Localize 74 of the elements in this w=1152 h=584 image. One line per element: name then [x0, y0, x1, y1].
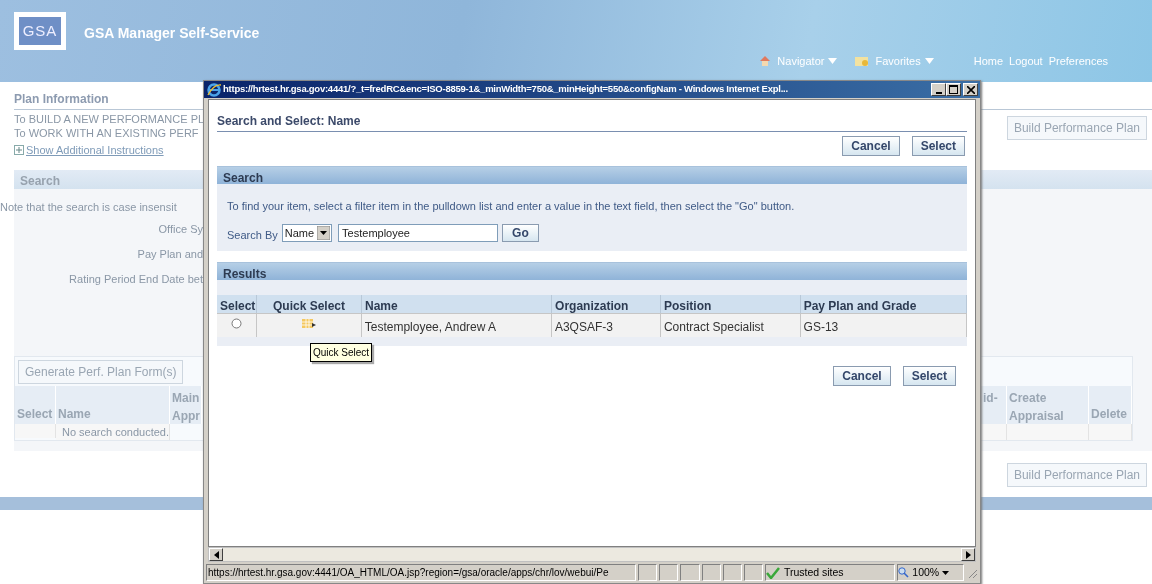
caret-icon: [828, 58, 838, 65]
minimize-button[interactable]: [931, 83, 946, 96]
status-pane: [659, 564, 679, 581]
instruction-text: To WORK WITH AN EXISTING PERF: [14, 126, 200, 140]
app-title: GSA Manager Self-Service: [84, 24, 260, 43]
instruction-text: To BUILD A NEW PERFORMANCE PL: [14, 112, 203, 126]
header-link[interactable]: Home: [973, 53, 1004, 70]
status-pane: [638, 564, 658, 581]
browser-icon: [206, 82, 221, 97]
column-header: Quick Select: [257, 295, 362, 313]
status-pane: [743, 564, 763, 581]
status-url: https://hrtest.hr.gsa.gov:4441/OA_HTML/OA.jsp?region=/gsa/oracle/apps/chr/lov/webui/Pe: [206, 564, 637, 581]
dialog-heading: Search and Select: Name: [217, 112, 967, 132]
column-header: Name: [56, 385, 170, 424]
table-cell: Testemployee, Andrew A: [361, 313, 552, 337]
expand-link[interactable]: Show Additional Instructions: [26, 143, 164, 157]
header-link[interactable]: Preferences: [1048, 53, 1108, 70]
search-field[interactable]: Testemployee: [338, 224, 499, 243]
caret-icon: [924, 58, 934, 65]
dropdown-arrow-icon: [317, 226, 331, 241]
gsa-logo: GSA: [14, 12, 66, 50]
go-button[interactable]: Go: [502, 224, 539, 243]
nav-menu[interactable]: Favorites: [875, 53, 921, 70]
column-header: Organization: [552, 295, 661, 313]
instruction-text: To find your item, select a filter item in the pulldown list and enter a value in the text field, then select the "Go" button.: [227, 199, 796, 214]
caret-icon[interactable]: [942, 570, 950, 575]
radio-button[interactable]: [230, 318, 242, 329]
field-label: Search By: [227, 227, 278, 243]
minimize-icon: [935, 91, 942, 94]
column-header: Main Appr: [170, 385, 202, 424]
note-text: Note that the search is case insensit: [0, 200, 178, 215]
horizontal-scrollbar[interactable]: [208, 547, 976, 562]
field-label: Office Sy: [157, 221, 203, 236]
field-label: Rating Period End Date bet: [68, 271, 203, 286]
column-header: Select: [15, 385, 56, 424]
close-button[interactable]: [963, 83, 978, 96]
generate-button[interactable]: Generate Perf. Plan Form(s): [18, 359, 184, 384]
build-plan-button[interactable]: Build Performance Plan: [1006, 463, 1147, 487]
plus-icon: [14, 145, 24, 155]
house-icon: [759, 55, 772, 68]
column-header: Name: [362, 295, 553, 313]
column-header: Delete: [1089, 385, 1132, 424]
column-header: Select: [217, 295, 257, 313]
section-header: Search: [217, 166, 967, 184]
header-link[interactable]: Logout: [1009, 53, 1043, 70]
check-icon: [765, 566, 780, 579]
maximize-icon: [949, 85, 958, 94]
dialog-button[interactable]: Select: [911, 136, 965, 156]
column-header: Pay Plan and Grade: [800, 295, 967, 313]
table-cell: Contract Specialist: [660, 313, 801, 337]
quick-select-icon[interactable]: [301, 318, 316, 330]
filter-dropdown[interactable]: Name: [281, 224, 333, 243]
close-icon: [966, 85, 975, 94]
column-header: Position: [661, 295, 801, 313]
column-header: Create Appraisal: [1007, 385, 1089, 424]
right-arrow-icon: [965, 550, 971, 559]
maximize-button[interactable]: [946, 83, 961, 96]
table-cell: GS-13: [800, 313, 967, 337]
dialog-button[interactable]: Cancel: [833, 366, 891, 386]
status-pane: [722, 564, 742, 581]
section-header: Results: [217, 262, 967, 280]
field-label: Pay Plan and: [136, 246, 203, 261]
nav-menu[interactable]: Navigator: [777, 53, 825, 70]
left-arrow-icon: [213, 550, 219, 559]
tooltip: Quick Select: [310, 343, 373, 362]
status-pane: [701, 564, 721, 581]
table-cell: A3QSAF-3: [551, 313, 661, 337]
dialog-button[interactable]: Select: [902, 366, 956, 386]
build-plan-button[interactable]: Build Performance Plan: [1006, 116, 1147, 140]
status-pane: [680, 564, 700, 581]
dialog-button[interactable]: Cancel: [842, 136, 900, 156]
zoom-icon: [898, 567, 910, 578]
zone-label: Trusted sites: [783, 564, 844, 580]
column-header: id-: [981, 385, 1007, 424]
